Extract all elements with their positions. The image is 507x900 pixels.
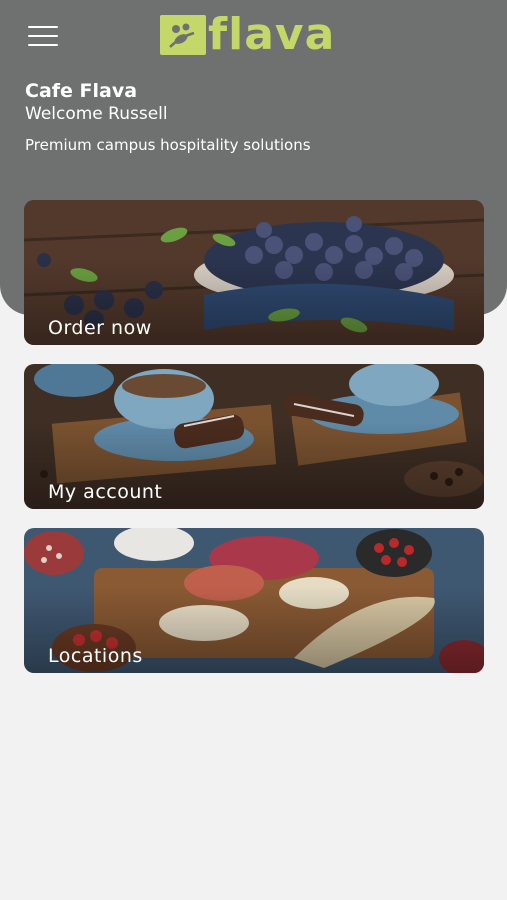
locations-label: Locations: [48, 645, 143, 667]
leaf-logo-icon: [160, 15, 206, 55]
tagline: Premium campus hospitality solutions: [25, 136, 311, 154]
flava-logo: flava: [160, 9, 336, 60]
hamburger-menu-icon[interactable]: [28, 26, 58, 46]
my-account-card[interactable]: My account: [24, 364, 484, 509]
my-account-label: My account: [48, 481, 163, 503]
order-now-label: Order now: [48, 317, 152, 339]
locations-card[interactable]: Locations: [24, 528, 484, 673]
welcome-message: Welcome Russell: [25, 104, 168, 124]
order-now-card[interactable]: Order now: [24, 200, 484, 345]
cafe-title: Cafe Flava: [25, 80, 138, 102]
logo-text: flava: [208, 9, 336, 60]
